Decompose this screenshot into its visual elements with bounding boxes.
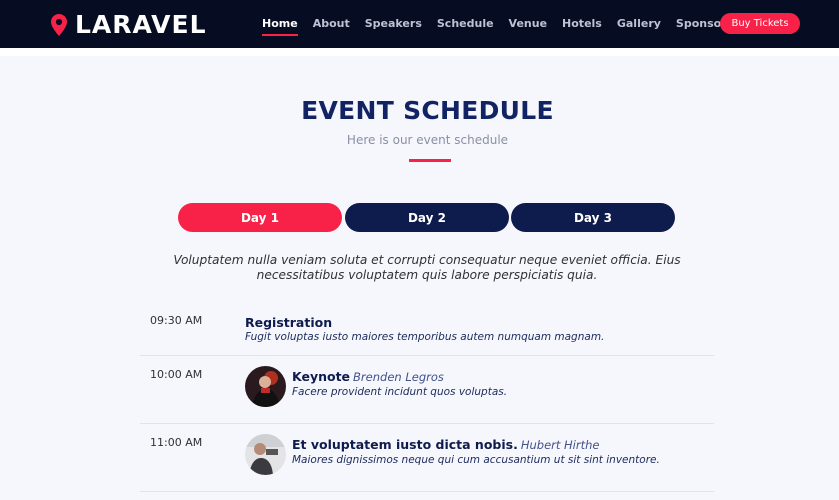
nav-venue[interactable]: Venue [509, 0, 548, 48]
section-title: EVENT SCHEDULE [301, 96, 554, 125]
brand-logo[interactable]: LARAVEL [51, 11, 207, 39]
schedule-row: 11:00 AM Et voluptatem iusto dicta nobis… [140, 424, 714, 492]
tab-day-2[interactable]: Day 2 [345, 203, 509, 232]
title-underline [409, 159, 451, 162]
schedule-time: 10:00 AM [150, 368, 203, 381]
schedule-intro: Voluptatem nulla veniam soluta et corrup… [173, 253, 681, 282]
map-pin-icon [51, 14, 67, 36]
header-divider [0, 48, 839, 56]
nav-gallery[interactable]: Gallery [617, 0, 661, 48]
tab-day-3[interactable]: Day 3 [511, 203, 675, 232]
tab-day-1[interactable]: Day 1 [178, 203, 342, 232]
event-title: Registration [245, 315, 333, 330]
schedule-time: 11:00 AM [150, 436, 203, 449]
buy-tickets-button[interactable]: Buy Tickets [720, 13, 800, 34]
schedule-row: 10:00 AM Keynote Brenden Legros Facere pr… [140, 356, 714, 424]
event-description: Maiores dignissimos neque qui cum accusa… [292, 454, 660, 466]
brand-name: LARAVEL [75, 10, 207, 39]
speaker-avatar[interactable] [245, 434, 286, 475]
nav-hotels[interactable]: Hotels [562, 0, 602, 48]
nav-home[interactable]: Home [262, 0, 298, 48]
speaker-avatar[interactable] [245, 366, 286, 407]
section-subtitle: Here is our event schedule [346, 133, 509, 147]
event-description: Fugit voluptas iusto maiores temporibus … [245, 331, 605, 343]
top-navbar: LARAVEL Home About Speakers Schedule Ven… [0, 0, 839, 48]
speaker-name[interactable]: Brenden Legros [353, 370, 444, 384]
event-description: Facere provident incidunt quos voluptas. [292, 386, 508, 398]
schedule-row: 09:30 AM Registration Fugit voluptas ius… [140, 307, 714, 356]
speaker-name[interactable]: Hubert Hirthe [521, 438, 600, 452]
event-title: Keynote [292, 369, 351, 384]
schedule-time: 09:30 AM [150, 314, 203, 327]
nav-schedule[interactable]: Schedule [437, 0, 494, 48]
nav-about[interactable]: About [313, 0, 350, 48]
event-title: Et voluptatem iusto dicta nobis. [292, 437, 518, 452]
nav-speakers[interactable]: Speakers [365, 0, 422, 48]
